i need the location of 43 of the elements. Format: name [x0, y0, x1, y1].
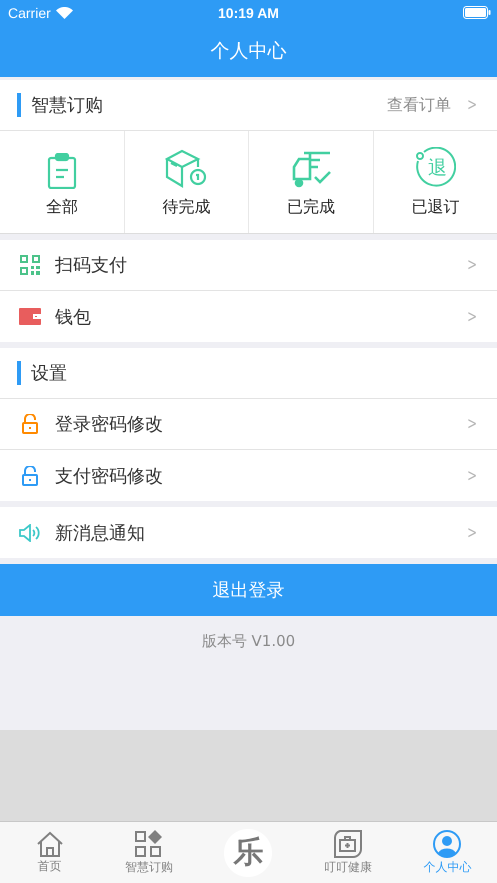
- medical-kit-icon: [334, 830, 362, 858]
- category-label: 已退订: [411, 197, 460, 218]
- chevron-icon: >: [466, 414, 477, 434]
- user-avatar-icon: [433, 830, 462, 858]
- carrier-label: Carrier: [8, 4, 51, 20]
- category-label: 已完成: [286, 197, 335, 218]
- list-row[interactable]: 钱包 >: [0, 291, 497, 342]
- chevron-icon: >: [466, 255, 477, 275]
- list-row[interactable]: 扫码支付 >: [0, 240, 497, 291]
- category-label: 全部: [46, 197, 78, 218]
- category-label: 待完成: [162, 197, 210, 218]
- row-label: 钱包: [55, 306, 92, 328]
- version-label: 版本号 V1.00: [202, 632, 296, 652]
- wifi-icon: [56, 6, 73, 18]
- order-category-button[interactable]: 待完成: [124, 131, 248, 233]
- row-label: 扫码支付: [55, 254, 128, 277]
- list-row[interactable]: 支付密码修改 >: [0, 450, 497, 501]
- list-row[interactable]: 登录密码修改 >: [0, 399, 497, 450]
- chevron-icon: >: [466, 522, 477, 542]
- chevron-icon: >: [466, 306, 477, 326]
- order-category-button[interactable]: 退 已退订: [374, 131, 497, 233]
- section-title: 设置: [31, 362, 68, 385]
- row-label: 新消息通知: [55, 522, 146, 544]
- tab-bar-item[interactable]: 智慧订购: [99, 822, 199, 883]
- row-label: 支付密码修改: [55, 464, 164, 488]
- page-title: 个人中心: [210, 39, 286, 64]
- list-row[interactable]: 新消息通知 >: [0, 507, 497, 558]
- center-tab-button[interactable]: 乐: [224, 828, 272, 876]
- order-category-button[interactable]: 全部: [0, 131, 124, 233]
- row-label: 登录密码修改: [55, 413, 164, 436]
- home-icon: [36, 830, 64, 856]
- truck-with-checkmark-icon: [290, 151, 331, 189]
- grid-icon: [135, 830, 164, 858]
- section-title: 智慧订购: [31, 94, 104, 117]
- tab-bar-item[interactable]: 叮叮健康: [298, 822, 398, 883]
- tab-bar-item[interactable]: 首页: [0, 822, 100, 883]
- chevron-icon: >: [466, 466, 477, 486]
- battery-icon: [463, 6, 491, 19]
- box-with-clock-icon: [165, 147, 208, 189]
- chevron-icon: >: [466, 95, 477, 115]
- clipboard-icon: [46, 153, 77, 189]
- order-category-button[interactable]: 已完成: [249, 131, 372, 233]
- clock-time: 10:19 AM: [218, 4, 279, 20]
